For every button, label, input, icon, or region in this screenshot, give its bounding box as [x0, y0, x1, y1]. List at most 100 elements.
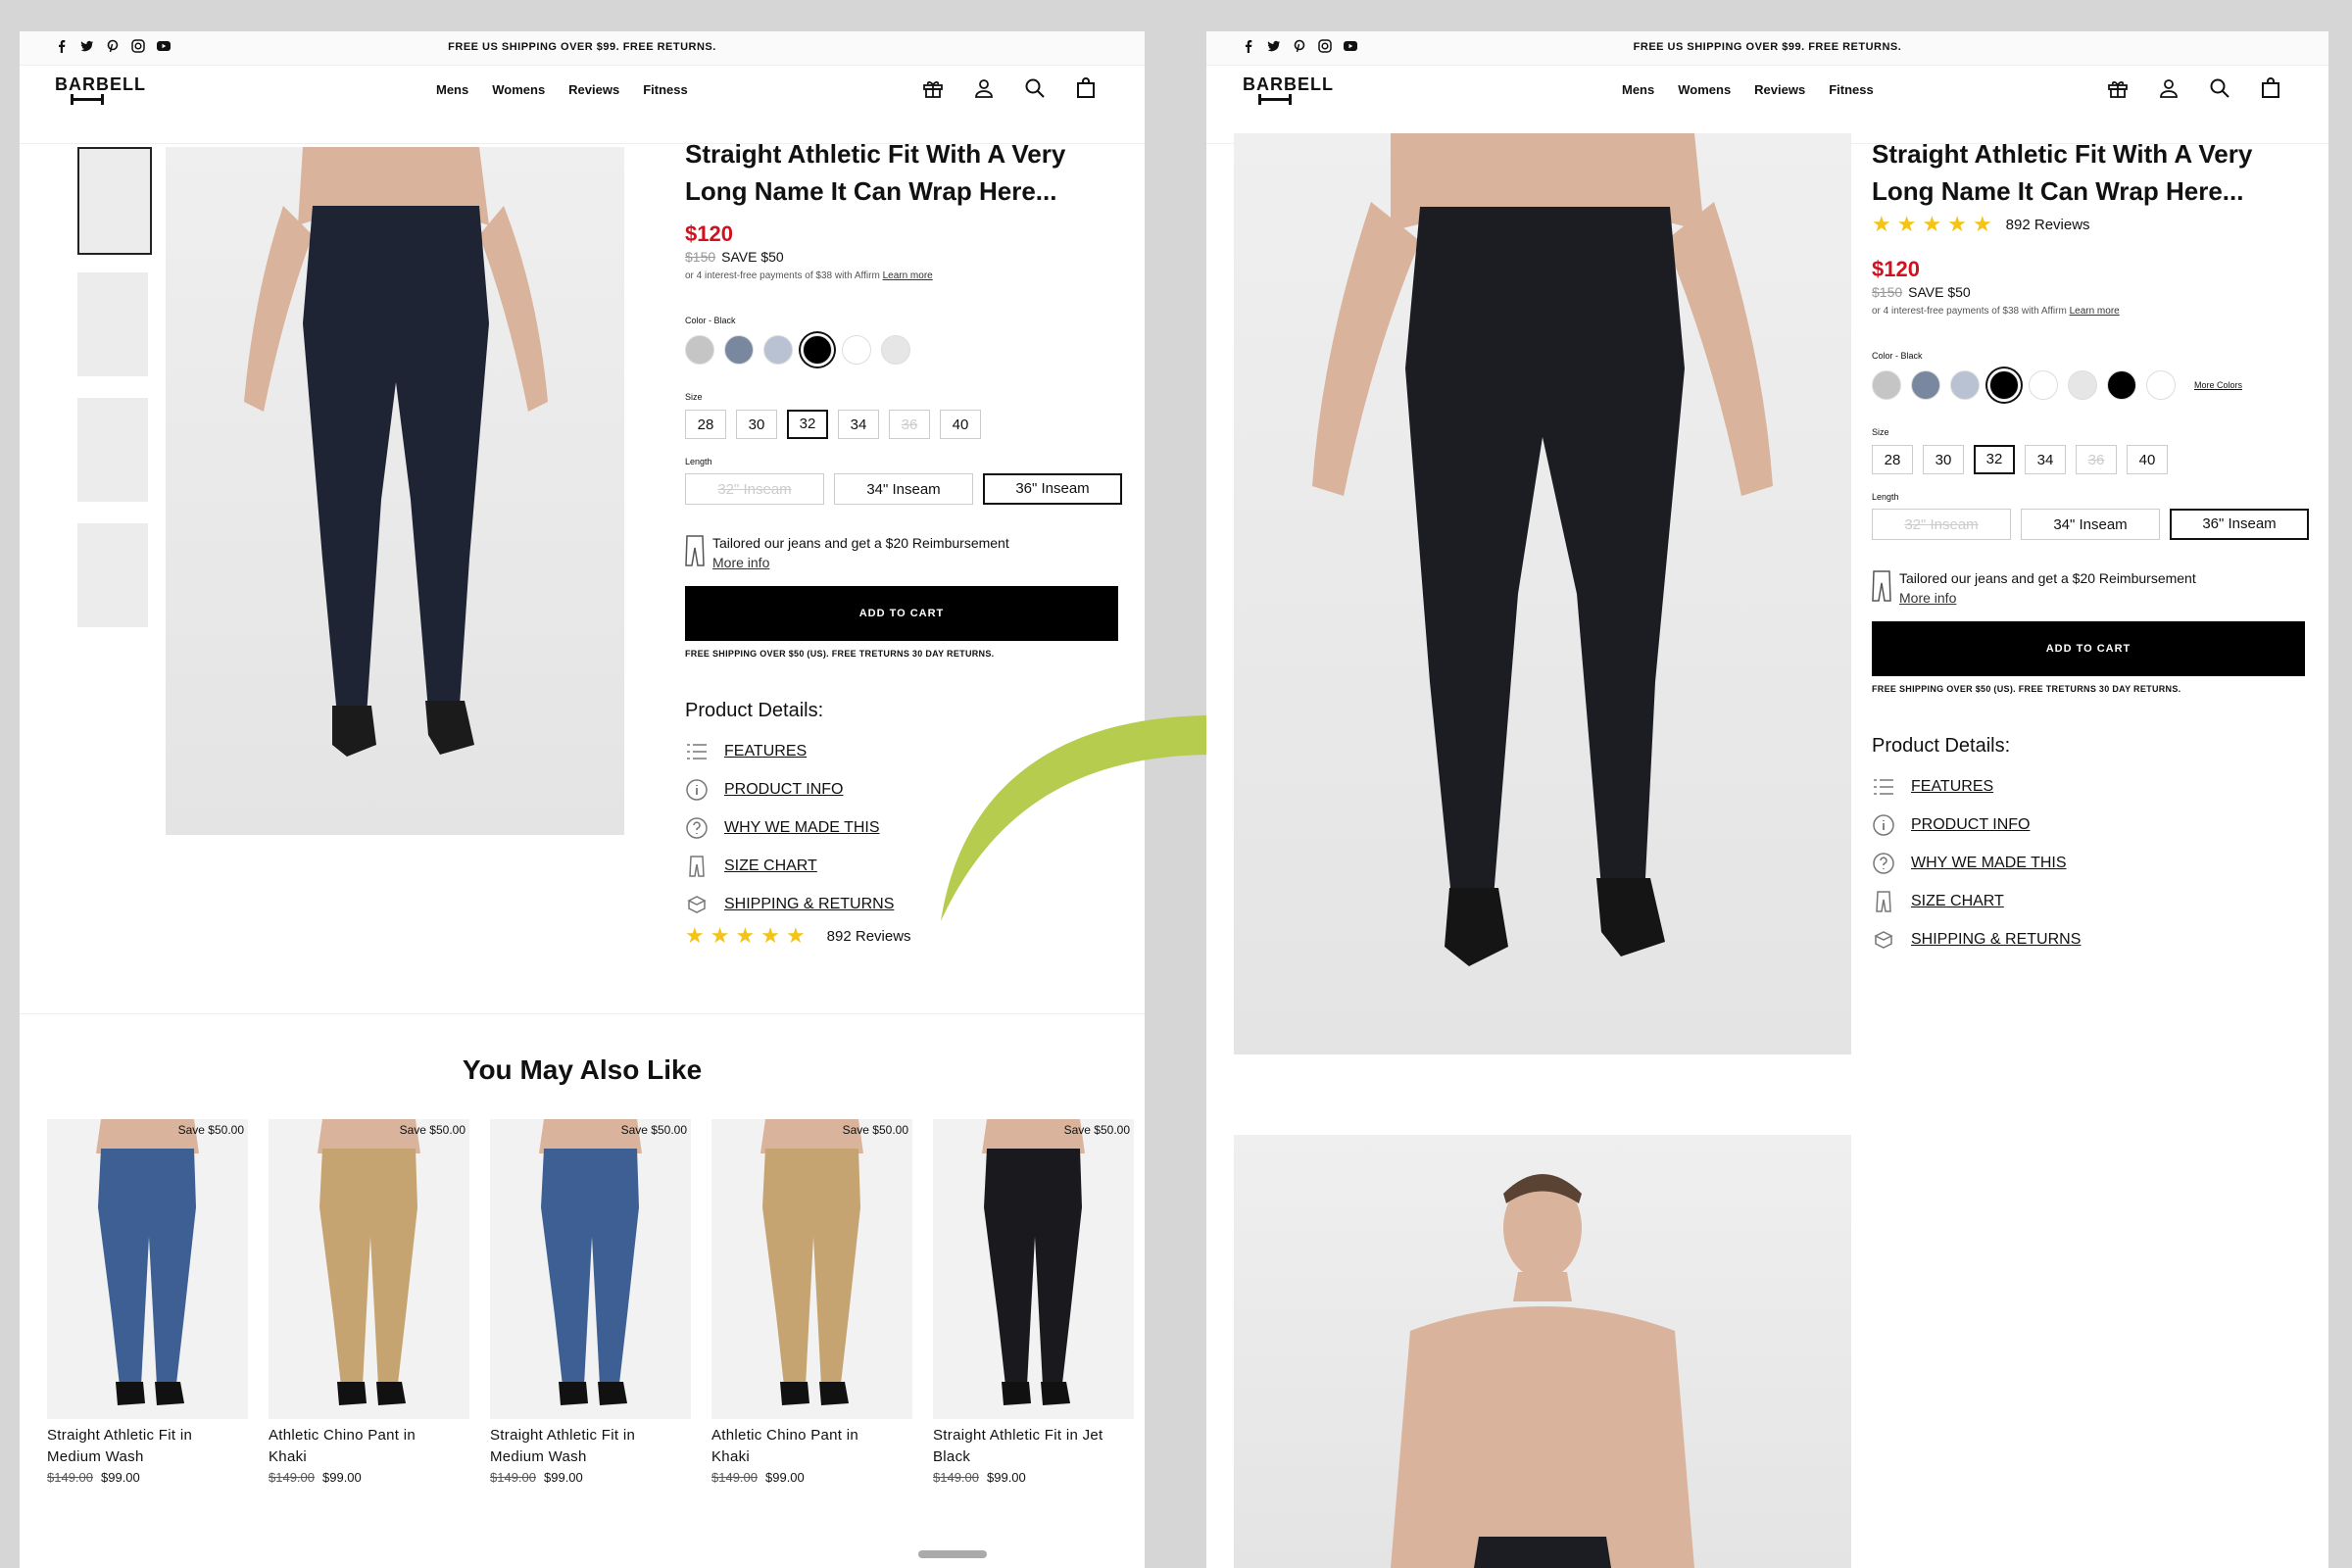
scroll-indicator[interactable]	[918, 1550, 987, 1558]
color-swatch[interactable]	[2107, 370, 2136, 400]
size-option[interactable]: 40	[2127, 445, 2168, 474]
product-thumbnail[interactable]	[77, 147, 152, 255]
more-colors-link[interactable]: More Colors	[2194, 380, 2242, 390]
size-option[interactable]: 36	[889, 410, 930, 439]
color-swatch[interactable]	[881, 335, 910, 365]
tailor-more-info-link[interactable]: More info	[712, 555, 769, 570]
product-thumbnail[interactable]	[77, 272, 148, 376]
size-option[interactable]: 34	[838, 410, 879, 439]
affirm-learn-more-link[interactable]: Learn more	[2070, 306, 2120, 317]
length-option[interactable]: 34" Inseam	[2021, 509, 2160, 540]
recommendation-card[interactable]: Save $50.00 Straight Athletic Fit in Medi…	[490, 1119, 691, 1485]
main-menu: Mens Womens Reviews Fitness	[436, 82, 688, 97]
detail-features[interactable]: FEATURES	[1872, 767, 2081, 806]
color-swatch[interactable]	[1872, 370, 1901, 400]
brand-logo[interactable]: BARBELL	[1243, 74, 1334, 95]
product-details-heading: Product Details:	[685, 700, 824, 721]
gift-icon[interactable]	[2106, 76, 2130, 100]
menu-item-fitness[interactable]: Fitness	[1829, 82, 1874, 97]
size-option[interactable]: 32	[787, 410, 828, 439]
list-icon	[685, 740, 709, 763]
cart-icon[interactable]	[1074, 76, 1098, 100]
color-swatch[interactable]	[685, 335, 714, 365]
size-option[interactable]: 40	[940, 410, 981, 439]
detail-product-info[interactable]: PRODUCT INFO	[1872, 806, 2081, 844]
length-option[interactable]: 32" Inseam	[685, 473, 824, 505]
recommendation-card[interactable]: Save $50.00 Straight Athletic Fit in Medi…	[47, 1119, 248, 1485]
search-icon[interactable]	[2208, 76, 2231, 100]
recommendation-card[interactable]: Save $50.00 Straight Athletic Fit in Jet…	[933, 1119, 1134, 1485]
color-swatch[interactable]	[842, 335, 871, 365]
old-price: $149.00	[711, 1470, 758, 1485]
detail-size-chart[interactable]: SIZE CHART	[1872, 882, 2081, 920]
size-option[interactable]: 34	[2025, 445, 2066, 474]
account-icon[interactable]	[972, 76, 996, 100]
product-main-image[interactable]	[166, 147, 624, 835]
size-option[interactable]: 36	[2076, 445, 2117, 474]
color-swatch[interactable]	[763, 335, 793, 365]
recommendation-name: Straight Athletic Fit in Medium Wash	[490, 1425, 691, 1468]
recommendation-card[interactable]: Save $50.00 Athletic Chino Pant in Khaki …	[269, 1119, 469, 1485]
menu-item-womens[interactable]: Womens	[1678, 82, 1731, 97]
account-icon[interactable]	[2157, 76, 2180, 100]
detail-why-we-made-this[interactable]: WHY WE MADE THIS	[1872, 844, 2081, 882]
detail-label: WHY WE MADE THIS	[1911, 854, 2067, 871]
recommendation-price: $149.00 $99.00	[490, 1470, 691, 1485]
size-option[interactable]: 28	[685, 410, 726, 439]
detail-shipping-returns[interactable]: SHIPPING & RETURNS	[1872, 920, 2081, 958]
menu-item-womens[interactable]: Womens	[492, 82, 545, 97]
recommendation-price: $149.00 $99.00	[933, 1470, 1134, 1485]
length-option[interactable]: 36" Inseam	[2170, 509, 2309, 540]
detail-product-info[interactable]: PRODUCT INFO	[685, 770, 894, 808]
cart-icon[interactable]	[2259, 76, 2282, 100]
color-swatch[interactable]	[803, 335, 832, 365]
menu-item-reviews[interactable]: Reviews	[1754, 82, 1805, 97]
size-option[interactable]: 30	[1923, 445, 1964, 474]
length-option[interactable]: 34" Inseam	[834, 473, 973, 505]
color-swatches	[685, 335, 910, 365]
product-secondary-image[interactable]	[1234, 1135, 1851, 1568]
size-option[interactable]: 28	[1872, 445, 1913, 474]
gift-icon[interactable]	[921, 76, 945, 100]
search-icon[interactable]	[1023, 76, 1047, 100]
color-swatch[interactable]	[1989, 370, 2019, 400]
menu-item-mens[interactable]: Mens	[436, 82, 468, 97]
detail-size-chart[interactable]: SIZE CHART	[685, 847, 894, 885]
logo-barbell-mark	[1258, 94, 1292, 105]
detail-features[interactable]: FEATURES	[685, 732, 894, 770]
price-compare: $150 SAVE $50	[1872, 284, 1971, 300]
length-option[interactable]: 36" Inseam	[983, 473, 1122, 505]
detail-why-we-made-this[interactable]: WHY WE MADE THIS	[685, 808, 894, 847]
size-option[interactable]: 30	[736, 410, 777, 439]
product-main-image[interactable]	[1234, 133, 1851, 1054]
length-option[interactable]: 32" Inseam	[1872, 509, 2011, 540]
rating-summary[interactable]: ★ ★ ★ ★ ★ 892 Reviews	[685, 923, 911, 949]
color-swatch[interactable]	[1950, 370, 1980, 400]
detail-label: SIZE CHART	[1911, 892, 2004, 909]
add-to-cart-button[interactable]: ADD TO CART	[1872, 621, 2305, 676]
rating-summary[interactable]: ★ ★ ★ ★ ★ 892 Reviews	[1872, 212, 2090, 237]
color-swatch[interactable]	[1911, 370, 1940, 400]
shipping-note: FREE SHIPPING OVER $50 (US). FREE TRETUR…	[1872, 684, 2181, 694]
tailor-more-info-link[interactable]: More info	[1899, 590, 1956, 606]
recommendation-card[interactable]: Save $50.00 Athletic Chino Pant in Khaki …	[711, 1119, 912, 1485]
brand-logo[interactable]: BARBELL	[55, 74, 146, 95]
header-icons	[921, 76, 1098, 100]
color-swatch[interactable]	[2146, 370, 2176, 400]
size-options: 28 30 32 34 36 40	[685, 410, 981, 439]
detail-shipping-returns[interactable]: SHIPPING & RETURNS	[685, 885, 894, 923]
menu-item-reviews[interactable]: Reviews	[568, 82, 619, 97]
sale-price: $99.00	[544, 1470, 583, 1485]
affirm-learn-more-link[interactable]: Learn more	[883, 270, 933, 281]
color-swatch[interactable]	[2068, 370, 2097, 400]
product-thumbnail[interactable]	[77, 523, 148, 627]
detail-label: SIZE CHART	[724, 857, 817, 874]
menu-item-fitness[interactable]: Fitness	[643, 82, 688, 97]
size-option[interactable]: 32	[1974, 445, 2015, 474]
menu-item-mens[interactable]: Mens	[1622, 82, 1654, 97]
color-swatch[interactable]	[724, 335, 754, 365]
recommendation-price: $149.00 $99.00	[47, 1470, 248, 1485]
color-swatch[interactable]	[2029, 370, 2058, 400]
product-thumbnail[interactable]	[77, 398, 148, 502]
detail-label: PRODUCT INFO	[1911, 815, 2031, 833]
